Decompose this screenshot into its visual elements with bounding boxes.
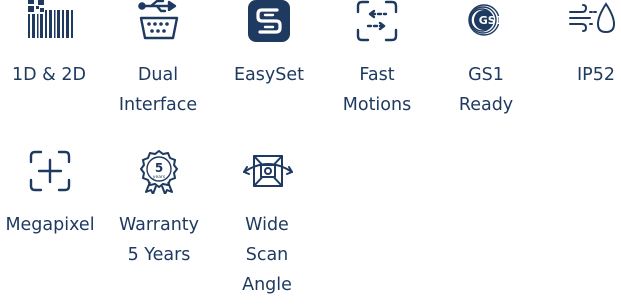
warranty-icon-unit: years: [153, 174, 166, 180]
crosshair-frame-icon: [27, 148, 73, 194]
feature-label-line: GS1: [468, 65, 504, 85]
feature-label-line: 5 Years: [127, 245, 191, 265]
feature-label: Fast Motions: [326, 60, 428, 120]
feature-label-line: Ready: [458, 95, 514, 115]
feature-label-line: Warranty: [118, 215, 200, 235]
feature-label: GS1 Ready: [436, 60, 536, 120]
gs1-logo-icon: GS1: [462, 0, 512, 42]
feature-label: IP52: [556, 60, 621, 90]
feature-label-line: Fast: [359, 65, 395, 85]
gs1-icon-text: GS1: [479, 14, 504, 27]
easyset-icon: [246, 0, 292, 44]
feature-label-line: Scan: [245, 245, 289, 265]
warranty-badge-icon: 5 years: [138, 148, 180, 194]
feature-label-line: Interface: [118, 95, 198, 115]
feature-label: Megapixel: [0, 210, 100, 240]
feature-label-line: Dual: [137, 65, 179, 85]
wide-scan-angle-icon: [242, 150, 294, 194]
feature-label: 1D & 2D: [0, 60, 98, 90]
feature-label: Wide Scan Angle: [222, 210, 312, 300]
feature-label-line: Megapixel: [5, 215, 95, 235]
feature-label-line: 1D & 2D: [12, 65, 86, 85]
feature-label-line: Angle: [242, 275, 292, 295]
feature-label: Warranty 5 Years: [108, 210, 210, 270]
barcode-qr-icon: [26, 0, 76, 42]
wind-water-drop-icon: [568, 0, 621, 44]
feature-label-line: IP52: [577, 65, 615, 85]
fast-motion-scan-icon: [354, 0, 400, 44]
feature-label: EasySet: [224, 60, 314, 90]
feature-label: Dual Interface: [108, 60, 208, 120]
feature-label-line: Motions: [342, 95, 412, 115]
feature-label-line: EasySet: [234, 65, 304, 85]
warranty-icon-number: 5: [155, 161, 163, 175]
feature-label-line: Wide: [245, 215, 289, 235]
usb-serial-icon: [135, 0, 183, 44]
